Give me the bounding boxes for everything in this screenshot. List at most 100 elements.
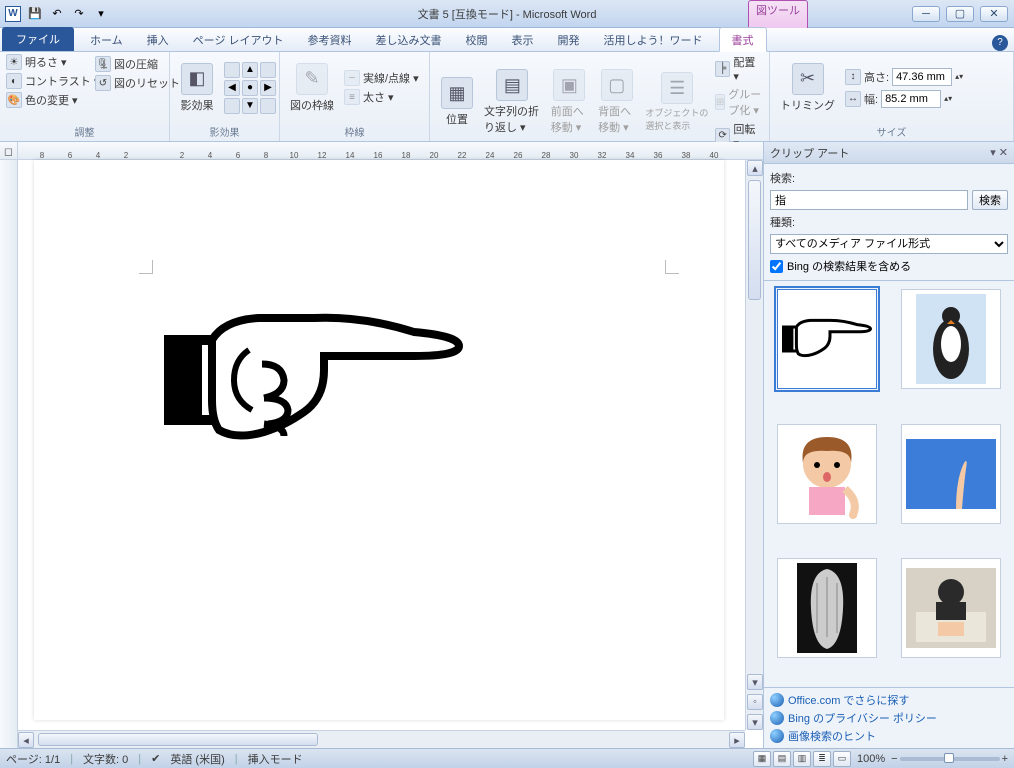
status-proof-icon[interactable]: ✔	[151, 752, 160, 765]
ruler-tick: 8	[28, 151, 56, 160]
tab-format[interactable]: 書式	[719, 27, 767, 52]
weight-button[interactable]: ≡太さ ▾	[344, 89, 419, 105]
shadow-toggle[interactable]: ●	[242, 80, 258, 96]
close-button[interactable]: ✕	[980, 6, 1008, 22]
hscroll-thumb[interactable]	[38, 733, 318, 746]
picture-border-button[interactable]: ✎図の枠線	[286, 61, 338, 115]
scroll-right-button[interactable]: ▸	[729, 732, 745, 748]
group-button[interactable]: ⊞グループ化 ▾	[715, 86, 763, 118]
compress-button[interactable]: 🗜図の圧縮	[95, 56, 180, 72]
ruler-tick: 32	[588, 151, 616, 160]
wrap-button[interactable]: ▤文字列の折り返し ▾	[480, 67, 545, 137]
panel-menu-icon[interactable]: ▾ ✕	[990, 146, 1008, 159]
bring-forward-button[interactable]: ▣前面へ移動 ▾	[547, 67, 592, 137]
ruler-tick: 24	[476, 151, 504, 160]
zoom-in-button[interactable]: +	[1002, 753, 1008, 765]
scroll-up-button[interactable]: ▴	[747, 160, 763, 176]
maximize-button[interactable]: ▢	[946, 6, 974, 22]
contrast-button[interactable]: ◐コントラスト ▾	[6, 73, 99, 89]
horizontal-ruler[interactable]: ◻ 86422468101214161820222426283032343638…	[0, 142, 763, 160]
ruler-tick: 10	[280, 151, 308, 160]
view-draft[interactable]: ▭	[833, 751, 851, 767]
zoom-slider-knob[interactable]	[944, 753, 954, 763]
tab-selector-icon[interactable]: ◻	[0, 142, 18, 160]
tab-develop[interactable]: 開発	[546, 28, 592, 51]
ruler-tick: 38	[672, 151, 700, 160]
tab-page-layout[interactable]: ページ レイアウト	[181, 28, 296, 51]
vscroll-thumb[interactable]	[748, 180, 761, 300]
shadow-nudge-icon[interactable]	[260, 62, 276, 78]
status-page[interactable]: ページ: 1/1	[6, 751, 60, 767]
result-item[interactable]	[901, 424, 1001, 524]
status-words[interactable]: 文字数: 0	[83, 751, 128, 767]
result-item[interactable]	[777, 289, 877, 389]
width-field[interactable]	[881, 90, 941, 108]
media-type-select[interactable]: すべてのメディア ファイル形式	[770, 234, 1008, 254]
bing-privacy-link[interactable]: Bing のプライバシー ポリシー	[770, 710, 1008, 726]
tab-review[interactable]: 校閲	[454, 28, 500, 51]
tab-utilize[interactable]: 活用しよう！ワード	[592, 28, 715, 51]
spinner-icon[interactable]: ▴▾	[944, 94, 952, 103]
save-button[interactable]: 💾	[25, 4, 45, 24]
hint-link[interactable]: 画像検索のヒント	[770, 728, 1008, 744]
search-button[interactable]: 検索	[972, 190, 1008, 210]
shadow-nudge-icon[interactable]	[260, 98, 276, 114]
align-button[interactable]: ╞配置 ▾	[715, 54, 763, 83]
next-page-button[interactable]: ▾	[747, 714, 763, 730]
brightness-button[interactable]: ☀明るさ ▾	[6, 54, 67, 70]
vertical-ruler[interactable]	[0, 160, 18, 748]
position-button[interactable]: ▦位置	[436, 75, 478, 129]
vertical-scrollbar[interactable]: ▴ ▾ ◦ ▾	[745, 160, 763, 730]
horizontal-scrollbar[interactable]: ◂ ▸	[18, 730, 745, 748]
zoom-slider[interactable]	[900, 757, 1000, 761]
tab-references[interactable]: 参考資料	[296, 28, 364, 51]
pointing-hand-image[interactable]	[164, 290, 464, 470]
office-link[interactable]: Office.com でさらに探す	[770, 692, 1008, 708]
result-item[interactable]	[901, 558, 1001, 658]
help-icon[interactable]: ?	[992, 35, 1008, 51]
view-web[interactable]: ▥	[793, 751, 811, 767]
recolor-button[interactable]: 🎨色の変更 ▾	[6, 92, 78, 108]
redo-button[interactable]: ↷	[69, 4, 89, 24]
selection-pane-button[interactable]: ☰オブジェクトの選択と表示	[641, 70, 712, 134]
shadow-nudge-up[interactable]: ▲	[242, 62, 258, 78]
shadow-nudge-icon[interactable]	[224, 62, 240, 78]
zoom-value[interactable]: 100%	[857, 753, 885, 765]
height-field[interactable]	[892, 68, 952, 86]
status-mode[interactable]: 挿入モード	[248, 751, 303, 767]
result-item[interactable]	[777, 424, 877, 524]
bing-checkbox[interactable]	[770, 260, 783, 273]
shadow-nudge-left[interactable]: ◀	[224, 80, 240, 96]
tab-insert[interactable]: 挿入	[135, 28, 181, 51]
minimize-button[interactable]: ─	[912, 6, 940, 22]
word-icon[interactable]: W	[3, 4, 23, 24]
shadow-nudge-down[interactable]: ▼	[242, 98, 258, 114]
dashes-button[interactable]: ┈実線/点線 ▾	[344, 70, 419, 86]
tab-view[interactable]: 表示	[500, 28, 546, 51]
crop-button[interactable]: ✂トリミング	[776, 61, 839, 115]
view-print-layout[interactable]: ▦	[753, 751, 771, 767]
undo-button[interactable]: ↶	[47, 4, 67, 24]
page[interactable]	[34, 160, 724, 720]
view-fullscreen[interactable]: ▤	[773, 751, 791, 767]
tab-file[interactable]: ファイル	[2, 27, 74, 51]
shadow-nudge-right[interactable]: ▶	[260, 80, 276, 96]
status-lang[interactable]: 英語 (米国)	[170, 751, 224, 767]
zoom-out-button[interactable]: −	[891, 753, 897, 765]
shadow-effect-button[interactable]: ◧影効果	[176, 61, 218, 115]
prev-page-button[interactable]: ◦	[747, 694, 763, 710]
reset-button[interactable]: ↺図のリセット	[95, 75, 180, 91]
qat-more-icon[interactable]: ▾	[91, 4, 111, 24]
tab-mailings[interactable]: 差し込み文書	[364, 28, 454, 51]
result-item[interactable]	[777, 558, 877, 658]
scroll-left-button[interactable]: ◂	[18, 732, 34, 748]
contextual-tool-tab[interactable]: 図ツール	[748, 0, 808, 28]
search-input[interactable]	[770, 190, 968, 210]
scroll-down-button[interactable]: ▾	[747, 674, 763, 690]
result-item[interactable]	[901, 289, 1001, 389]
view-outline[interactable]: ≣	[813, 751, 831, 767]
send-backward-button[interactable]: ▢背面へ移動 ▾	[594, 67, 639, 137]
shadow-nudge-icon[interactable]	[224, 98, 240, 114]
tab-home[interactable]: ホーム	[78, 28, 135, 51]
spinner-icon[interactable]: ▴▾	[955, 72, 963, 81]
